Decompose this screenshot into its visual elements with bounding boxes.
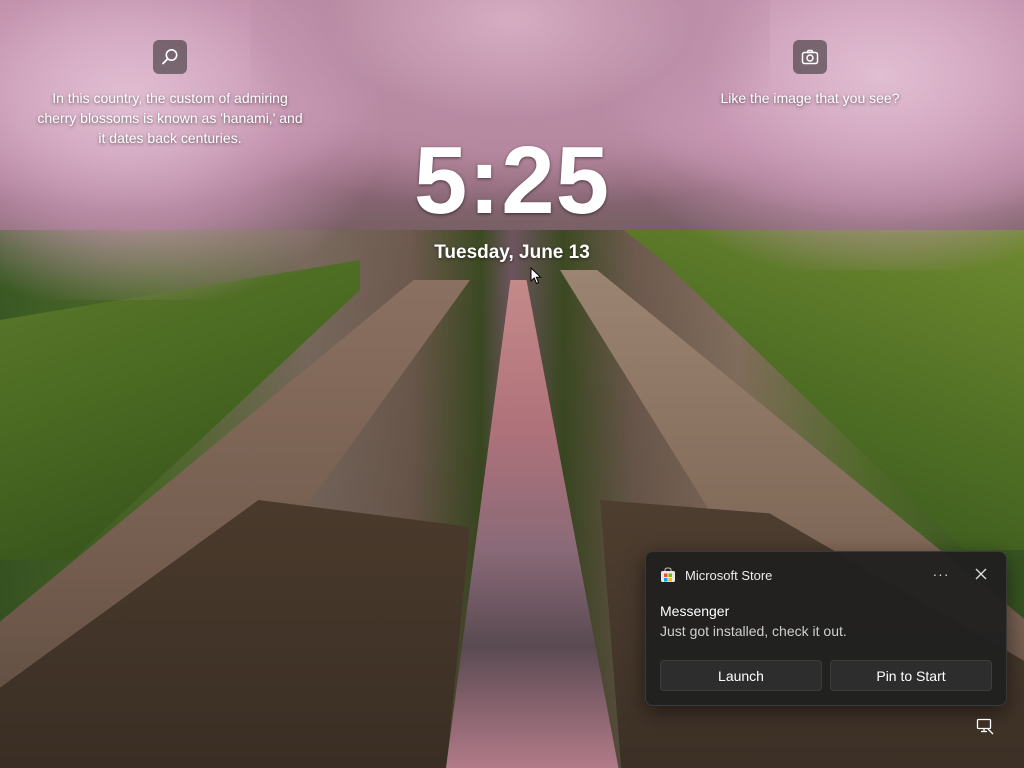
spotlight-feedback-text[interactable]: Like the image that you see? (710, 88, 910, 108)
spotlight-fact-text[interactable]: In this country, the custom of admiring … (34, 88, 306, 148)
close-button[interactable] (970, 564, 992, 584)
search-icon[interactable] (153, 40, 187, 74)
close-icon (975, 568, 987, 580)
network-icon[interactable] (976, 717, 994, 735)
camera-icon[interactable] (793, 40, 827, 74)
more-options-button[interactable]: ··· (930, 564, 952, 584)
spotlight-fact: In this country, the custom of admiring … (34, 40, 306, 148)
notification-toast[interactable]: Microsoft Store ··· Messenger Just got i… (645, 551, 1007, 706)
clock-date: Tuesday, June 13 (434, 242, 590, 263)
toast-header: Microsoft Store (660, 566, 772, 584)
toast-title: Messenger (660, 603, 730, 619)
launch-button[interactable]: Launch (660, 660, 822, 691)
mouse-cursor-icon (530, 267, 542, 285)
pin-to-start-button[interactable]: Pin to Start (830, 660, 992, 691)
toast-app-name: Microsoft Store (685, 567, 773, 583)
lock-screen: In this country, the custom of admiring … (0, 0, 1024, 768)
toast-body: Just got installed, check it out. (660, 623, 847, 639)
microsoft-store-icon (661, 567, 675, 582)
clock-time: 5:25 (413, 127, 611, 234)
spotlight-feedback: Like the image that you see? (710, 40, 910, 108)
lock-clock: 5:25 Tuesday, June 13 (362, 126, 662, 264)
